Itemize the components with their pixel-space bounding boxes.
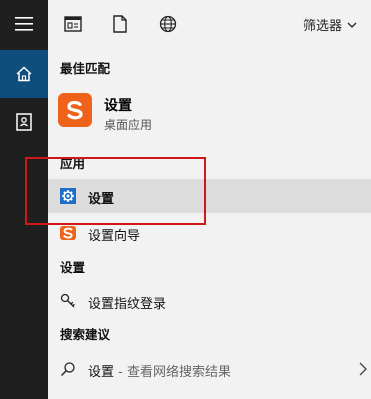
documents-button[interactable]	[0, 98, 48, 146]
app-item-label: 设置向导	[88, 229, 141, 244]
suggestion-query: 设置	[88, 365, 115, 380]
sogou-app-icon	[58, 93, 92, 127]
menu-button[interactable]	[0, 0, 48, 48]
home-icon	[16, 66, 32, 82]
section-best-match: 最佳匹配	[60, 61, 111, 76]
notebook-icon	[16, 113, 32, 131]
suggestion-text: 设置 - 查看网络搜索结果	[88, 361, 231, 380]
search-icon	[60, 361, 76, 377]
suggestion-item-settings[interactable]: 设置 - 查看网络搜索结果	[48, 352, 371, 386]
suggestion-detail: - 查看网络搜索结果	[114, 365, 231, 380]
search-toolbar: 筛选器	[48, 0, 371, 48]
documents-filter-button[interactable]	[108, 12, 132, 36]
settings-item-fingerprint[interactable]: 设置指纹登录	[48, 284, 371, 318]
best-match-title: 设置	[104, 98, 132, 114]
best-match-subtitle: 桌面应用	[104, 118, 153, 132]
hamburger-icon	[15, 17, 33, 31]
best-match-item[interactable]: 设置 桌面应用	[48, 84, 371, 142]
document-icon	[113, 15, 127, 33]
section-settings: 设置	[60, 260, 86, 275]
globe-icon	[159, 15, 177, 33]
apps-filter-button[interactable]	[61, 12, 85, 36]
home-button[interactable]	[0, 50, 48, 98]
key-icon	[60, 293, 76, 309]
web-filter-button[interactable]	[156, 12, 180, 36]
filter-dropdown[interactable]: 筛选器	[303, 15, 357, 34]
section-search-suggestions: 搜索建议	[60, 327, 111, 342]
settings-item-label: 设置指纹登录	[88, 297, 167, 312]
chevron-right-icon[interactable]	[357, 362, 369, 376]
annotation-highlight-box	[25, 157, 206, 225]
chevron-down-icon	[347, 22, 357, 28]
filter-label: 筛选器	[302, 19, 342, 34]
window-icon	[64, 16, 82, 32]
sogou-small-icon	[60, 225, 76, 241]
